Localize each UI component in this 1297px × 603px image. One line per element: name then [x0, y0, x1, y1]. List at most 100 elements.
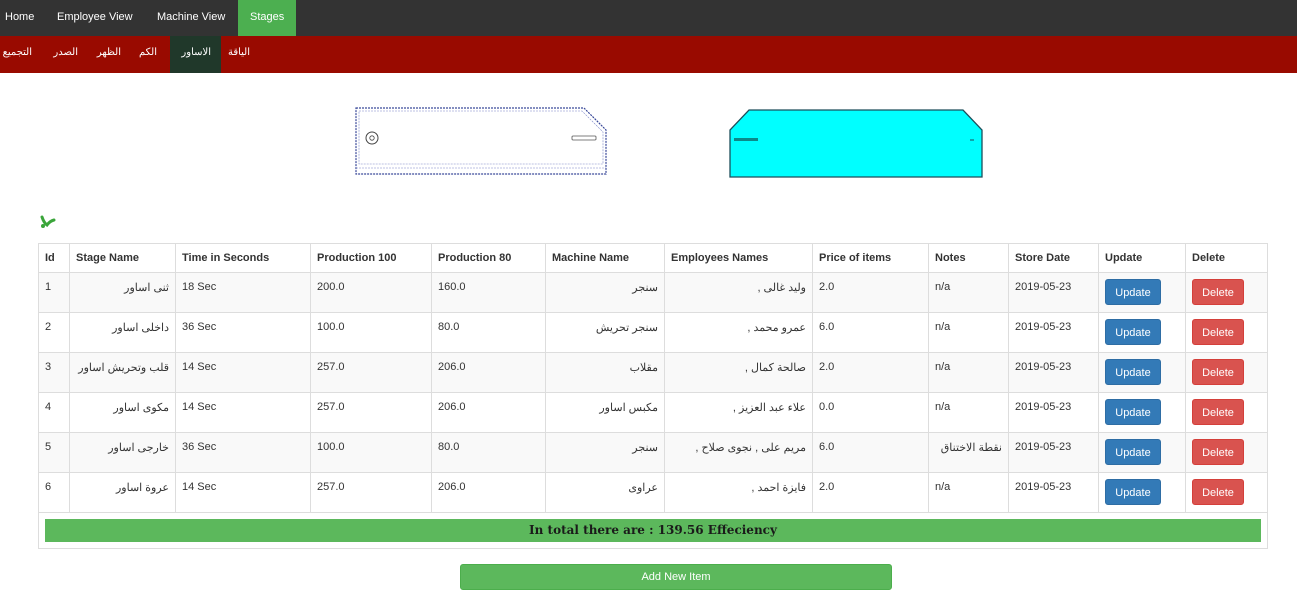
table-row: 3 قلب وتحريش اساور 14 Sec 257.0 206.0 مق… [38, 352, 1268, 393]
cuff-filled-drawing [729, 109, 983, 178]
cell-id: 5 [38, 432, 70, 473]
update-button[interactable]: Update [1105, 319, 1161, 345]
nav-machine-view[interactable]: Machine View [144, 0, 238, 36]
cell-time: 18 Sec [175, 272, 311, 313]
cell-id: 2 [38, 312, 70, 353]
nav-employee-view[interactable]: Employee View [38, 0, 144, 36]
subnav-back[interactable]: الظهر [96, 36, 126, 73]
cell-store-date: 2019-05-23 [1008, 312, 1099, 353]
efficiency-icon [40, 215, 56, 228]
cell-production-80: 80.0 [431, 432, 546, 473]
delete-button[interactable]: Delete [1192, 479, 1244, 505]
nav-stages[interactable]: Stages [238, 0, 296, 36]
cell-stage-name: مكوى اساور [69, 392, 176, 433]
cell-notes: n/a [928, 352, 1009, 393]
table-row: 4 مكوى اساور 14 Sec 257.0 206.0 مكبس اسا… [38, 392, 1268, 433]
update-button[interactable]: Update [1105, 279, 1161, 305]
cell-price: 2.0 [812, 272, 929, 313]
update-button[interactable]: Update [1105, 479, 1161, 505]
table-row: 1 ثنى اساور 18 Sec 200.0 160.0 سنجر وليد… [38, 272, 1268, 313]
subnav-cuffs[interactable]: الاساور [170, 36, 221, 73]
total-efficiency-bar: In total there are : 139.56 Effeciency [45, 519, 1261, 542]
cell-production-100: 200.0 [310, 272, 432, 313]
cell-notes: n/a [928, 392, 1009, 433]
cell-machine-name: سنجر [545, 272, 665, 313]
stage-category-navbar: التجميع الصدر الظهر الكم الاساور الياقة [0, 36, 1297, 73]
subnav-sleeve[interactable]: الكم [136, 36, 162, 73]
cuff-outline-drawing [355, 107, 607, 175]
cell-production-100: 257.0 [310, 472, 432, 513]
col-header-id: Id [38, 243, 70, 273]
update-button[interactable]: Update [1105, 439, 1161, 465]
add-new-item-button[interactable]: Add New Item [460, 564, 892, 590]
cell-employees: وليد غالى , [664, 272, 813, 313]
col-header-store-date: Store Date [1008, 243, 1099, 273]
cell-production-100: 257.0 [310, 392, 432, 433]
total-row: In total there are : 139.56 Effeciency [38, 512, 1268, 549]
cell-notes: n/a [928, 272, 1009, 313]
subnav-collar[interactable]: الياقة [225, 36, 255, 73]
col-header-production-100: Production 100 [310, 243, 432, 273]
col-header-price: Price of items [812, 243, 929, 273]
nav-home[interactable]: Home [0, 0, 38, 36]
cell-notes: n/a [928, 472, 1009, 513]
col-header-employees: Employees Names [664, 243, 813, 273]
delete-button[interactable]: Delete [1192, 279, 1244, 305]
cell-production-100: 100.0 [310, 312, 432, 353]
cell-employees: عمرو محمد , [664, 312, 813, 353]
subnav-chest[interactable]: الصدر [44, 36, 84, 73]
cell-notes: n/a [928, 312, 1009, 353]
cell-employees: فايزة احمد , [664, 472, 813, 513]
cell-stage-name: عروة اساور [69, 472, 176, 513]
cell-id: 4 [38, 392, 70, 433]
stages-table: Id Stage Name Time in Seconds Production… [38, 243, 1268, 549]
cell-price: 0.0 [812, 392, 929, 433]
delete-button[interactable]: Delete [1192, 359, 1244, 385]
table-row: 6 عروة اساور 14 Sec 257.0 206.0 عراوى فا… [38, 472, 1268, 513]
update-button[interactable]: Update [1105, 399, 1161, 425]
table-row: 2 داخلى اساور 36 Sec 100.0 80.0 سنجر تحر… [38, 312, 1268, 353]
cell-time: 14 Sec [175, 352, 311, 393]
subnav-assembly[interactable]: التجميع [0, 36, 36, 73]
cell-stage-name: ثنى اساور [69, 272, 176, 313]
cell-machine-name: سنجر [545, 432, 665, 473]
table-row: 5 خارجى اساور 36 Sec 100.0 80.0 سنجر مري… [38, 432, 1268, 473]
cell-store-date: 2019-05-23 [1008, 432, 1099, 473]
cell-id: 1 [38, 272, 70, 313]
cell-machine-name: مكبس اساور [545, 392, 665, 433]
delete-button[interactable]: Delete [1192, 399, 1244, 425]
cell-production-100: 100.0 [310, 432, 432, 473]
col-header-machine-name: Machine Name [545, 243, 665, 273]
cell-production-80: 206.0 [431, 472, 546, 513]
cell-store-date: 2019-05-23 [1008, 272, 1099, 313]
cell-price: 2.0 [812, 472, 929, 513]
cell-price: 6.0 [812, 432, 929, 473]
cell-machine-name: مقلاب [545, 352, 665, 393]
cell-stage-name: خارجى اساور [69, 432, 176, 473]
cell-machine-name: سنجر تحريش [545, 312, 665, 353]
cell-store-date: 2019-05-23 [1008, 352, 1099, 393]
col-header-delete: Delete [1185, 243, 1268, 273]
cell-production-80: 160.0 [431, 272, 546, 313]
cell-production-100: 257.0 [310, 352, 432, 393]
cell-time: 14 Sec [175, 472, 311, 513]
cell-employees: علاء عبد العزيز , [664, 392, 813, 433]
cell-store-date: 2019-05-23 [1008, 472, 1099, 513]
col-header-notes: Notes [928, 243, 1009, 273]
cell-production-80: 206.0 [431, 392, 546, 433]
cell-price: 6.0 [812, 312, 929, 353]
cell-notes: نقطة الاختناق [928, 432, 1009, 473]
delete-button[interactable]: Delete [1192, 439, 1244, 465]
cell-stage-name: داخلى اساور [69, 312, 176, 353]
col-header-update: Update [1098, 243, 1186, 273]
table-header-row: Id Stage Name Time in Seconds Production… [38, 243, 1268, 273]
cell-stage-name: قلب وتحريش اساور [69, 352, 176, 393]
delete-button[interactable]: Delete [1192, 319, 1244, 345]
col-header-time: Time in Seconds [175, 243, 311, 273]
cell-time: 36 Sec [175, 312, 311, 353]
cell-time: 36 Sec [175, 432, 311, 473]
update-button[interactable]: Update [1105, 359, 1161, 385]
cell-employees: مريم على , نجوى صلاح , [664, 432, 813, 473]
cell-employees: صالحة كمال , [664, 352, 813, 393]
cell-id: 6 [38, 472, 70, 513]
